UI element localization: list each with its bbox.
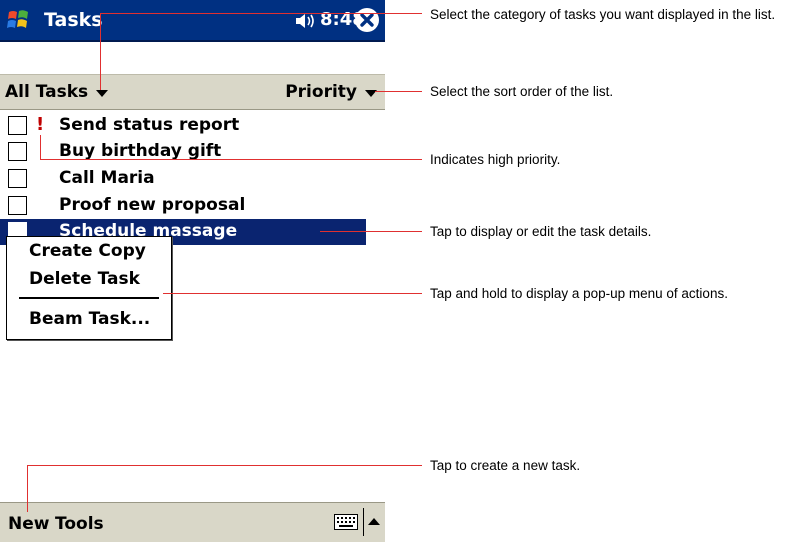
leader-line (27, 465, 422, 466)
callout-task-details: Tap to display or edit the task details. (430, 224, 652, 239)
menu-separator (19, 297, 159, 299)
menu-item-delete-task[interactable]: Delete Task (29, 269, 140, 289)
task-row[interactable]: Proof new proposal (0, 193, 366, 219)
filter-bar: All Tasks Priority (0, 74, 385, 110)
high-priority-icon: ! (36, 114, 45, 135)
callout-popup-menu: Tap and hold to display a pop-up menu of… (430, 286, 728, 301)
menu-item-beam-task[interactable]: Beam Task... (29, 309, 150, 329)
category-filter-label: All Tasks (5, 82, 89, 102)
title-bar: Tasks 8:48 (0, 0, 385, 42)
leader-line (320, 231, 422, 232)
keyboard-icon[interactable] (334, 514, 358, 530)
callout-category: Select the category of tasks you want di… (430, 7, 776, 22)
leader-line (100, 13, 101, 90)
leader-line (40, 135, 41, 160)
sip-divider (363, 508, 364, 536)
task-checkbox[interactable] (8, 116, 27, 135)
task-checkbox[interactable] (8, 169, 27, 188)
chevron-down-icon (96, 90, 109, 97)
leader-line (100, 13, 422, 14)
app-title: Tasks (44, 9, 103, 31)
task-label[interactable]: Proof new proposal (59, 195, 245, 215)
windows-start-icon[interactable] (6, 7, 32, 33)
callout-new-task: Tap to create a new task. (430, 458, 581, 473)
task-row[interactable]: Buy birthday gift (0, 139, 366, 165)
sort-order-label: Priority (285, 82, 357, 102)
callout-priority: Indicates high priority. (430, 152, 561, 167)
new-button[interactable]: New (8, 514, 49, 534)
task-checkbox[interactable] (8, 196, 27, 215)
menu-item-create-copy[interactable]: Create Copy (29, 241, 146, 261)
sort-order-dropdown[interactable]: Priority (285, 82, 377, 102)
speaker-icon[interactable] (294, 12, 318, 30)
task-label[interactable]: Buy birthday gift (59, 141, 221, 161)
leader-line (27, 465, 28, 512)
pocketpc-screen: Tasks 8:48 All Tasks Priority ! Send sta… (0, 0, 385, 542)
task-label[interactable]: Call Maria (59, 168, 155, 188)
callout-sort: Select the sort order of the list. (430, 84, 614, 99)
leader-line (40, 159, 422, 160)
context-popup-menu: Create Copy Delete Task Beam Task... (6, 236, 172, 340)
task-label[interactable]: Send status report (59, 115, 239, 135)
tools-menu[interactable]: Tools (55, 514, 104, 534)
command-bar: New Tools (0, 502, 385, 542)
sip-arrow-up-icon[interactable] (368, 518, 380, 525)
leader-line (163, 293, 422, 294)
leader-line (375, 91, 422, 92)
task-row[interactable]: ! Send status report (0, 113, 366, 139)
close-icon[interactable] (355, 8, 379, 32)
task-row[interactable]: Call Maria (0, 166, 366, 192)
task-checkbox[interactable] (8, 142, 27, 161)
category-filter-dropdown[interactable]: All Tasks (5, 82, 109, 102)
